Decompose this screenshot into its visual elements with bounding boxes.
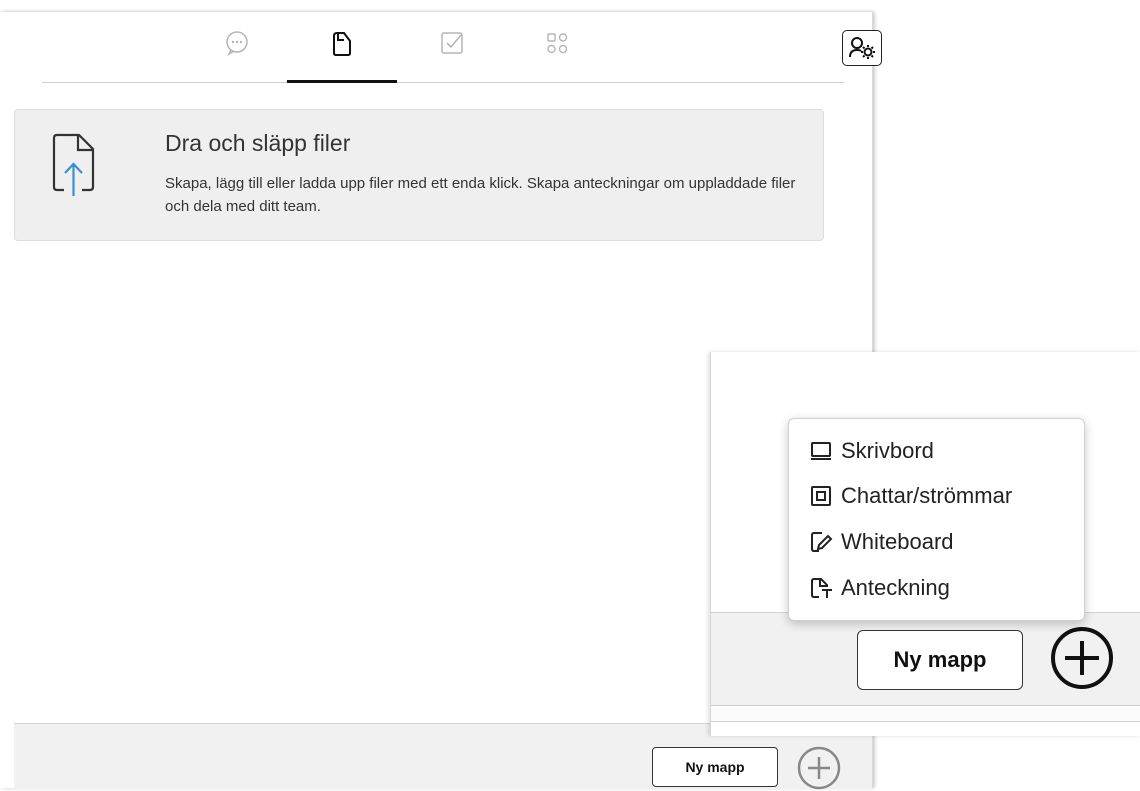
new-item-menu: Skrivbord Chattar/strömmar Whiteboard An…: [788, 418, 1085, 621]
menu-item-whiteboard[interactable]: Whiteboard: [809, 527, 954, 557]
inset-divider: [711, 707, 1140, 722]
team-settings-button[interactable]: [842, 30, 882, 66]
menu-item-label: Skrivbord: [841, 438, 934, 463]
tab-bar: [42, 12, 882, 83]
menu-item-label: Chattar/strömmar: [841, 483, 1013, 508]
apps-icon: [547, 33, 568, 54]
tasks-icon: [441, 32, 463, 54]
menu-item-chat-streams[interactable]: Chattar/strömmar: [809, 481, 1012, 511]
add-circle-icon[interactable]: [1049, 625, 1115, 691]
tab-apps[interactable]: [502, 30, 612, 80]
new-folder-button[interactable]: Ny mapp: [652, 747, 778, 787]
tab-tasks[interactable]: [397, 30, 507, 80]
menu-item-label: Whiteboard: [841, 529, 954, 554]
desktop-icon: [811, 442, 831, 460]
chat-stream-icon: [811, 486, 831, 506]
files-icon: [333, 32, 351, 56]
whiteboard-icon: [811, 532, 833, 552]
chat-icon: [226, 31, 248, 56]
dropzone-description: Skapa, lägg till eller ladda upp filer m…: [165, 175, 796, 215]
new-folder-button-zoomed[interactable]: Ny mapp: [857, 630, 1023, 690]
menu-item-note[interactable]: Anteckning: [809, 573, 950, 603]
inset-footer: Ny mapp: [711, 612, 1140, 706]
tab-files[interactable]: [287, 30, 397, 83]
add-circle-icon[interactable]: [796, 745, 842, 791]
note-icon: [811, 578, 832, 598]
upload-file-icon: [52, 133, 95, 196]
menu-item-label: Anteckning: [841, 575, 950, 600]
team-settings-icon: [849, 37, 875, 59]
file-dropzone[interactable]: Dra och släpp filer Skapa, lägg till ell…: [14, 109, 824, 241]
menu-item-desktop[interactable]: Skrivbord: [809, 436, 934, 466]
dropzone-title: Dra och släpp filer: [165, 130, 351, 156]
tab-chat[interactable]: [182, 30, 292, 80]
